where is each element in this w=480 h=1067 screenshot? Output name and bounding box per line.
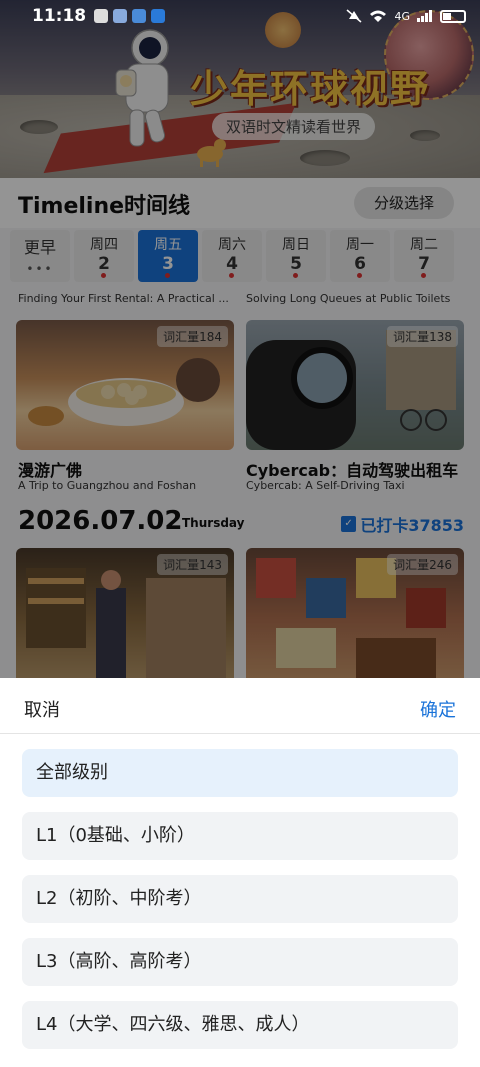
confirm-button[interactable]: 确定 [420, 696, 456, 722]
app-icon [132, 9, 147, 23]
notification-icons [94, 9, 166, 23]
wifi-icon [370, 10, 387, 22]
modal-backdrop[interactable] [0, 0, 480, 678]
battery-icon [440, 9, 466, 23]
wechat-icon [113, 9, 128, 23]
level-select-sheet: 取消 确定 全部级别 L1（0基础、小阶） L2（初阶、中阶考） L3（高阶、高… [0, 678, 480, 1067]
status-right-icons: 4G [346, 9, 466, 23]
notification-icon [94, 9, 109, 23]
level-option-l1[interactable]: L1（0基础、小阶） [22, 812, 458, 860]
network-type: 4G [394, 9, 410, 23]
level-option-l2[interactable]: L2（初阶、中阶考） [22, 875, 458, 923]
sheet-header: 取消 确定 [0, 678, 480, 734]
status-time: 11:18 [32, 6, 87, 26]
level-option-l4[interactable]: L4（大学、四六级、雅思、成人） [22, 1001, 458, 1049]
mute-icon [346, 9, 362, 23]
status-bar: 11:18 4G [0, 0, 480, 32]
signal-icon [417, 10, 432, 22]
cancel-button[interactable]: 取消 [24, 696, 60, 722]
level-option-all[interactable]: 全部级别 [22, 749, 458, 797]
level-option-l3[interactable]: L3（高阶、高阶考） [22, 938, 458, 986]
cloud-icon [151, 9, 166, 23]
